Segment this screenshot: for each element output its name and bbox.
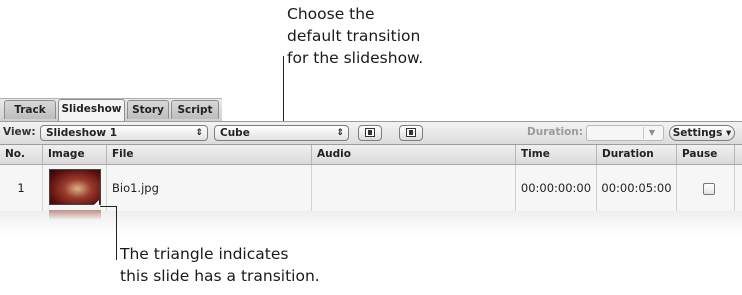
cell-duration: 00:00:05:00	[597, 165, 677, 211]
cell-audio[interactable]	[312, 165, 516, 211]
callout-line: Choose the	[287, 5, 375, 23]
view-popup[interactable]: Slideshow 1 ⇕	[40, 125, 208, 141]
view-label: View:	[3, 126, 36, 138]
callout-line: this slide has a transition.	[120, 267, 320, 285]
callout-leader-bottom-vertical	[116, 206, 117, 260]
column-header-file[interactable]: File	[107, 145, 312, 164]
column-header-no[interactable]: No.	[0, 145, 43, 164]
column-header-audio[interactable]: Audio	[312, 145, 516, 164]
tab-story[interactable]: Story	[127, 100, 169, 119]
callout-leader-bottom-horizontal	[100, 206, 117, 207]
apply-transition-button[interactable]	[358, 125, 382, 141]
cell-no: 1	[0, 165, 43, 211]
toolbar: View: Slideshow 1 ⇕ Cube ⇕ Duration: ▼ S…	[0, 121, 742, 145]
chevron-down-icon[interactable]: ▼	[643, 127, 660, 139]
tab-strip: Track Slideshow Story Script	[0, 98, 742, 122]
slide-icon	[365, 128, 375, 137]
duration-label: Duration:	[527, 126, 583, 138]
transition-settings-button[interactable]	[399, 125, 423, 141]
updown-arrows-icon: ⇕	[195, 128, 203, 138]
callout-triangle-indicates: The triangle indicates this slide has a …	[120, 243, 320, 287]
callout-line: The triangle indicates	[120, 245, 289, 263]
column-header-image[interactable]: Image	[43, 145, 107, 164]
column-header-pause[interactable]: Pause	[677, 145, 735, 164]
next-row-fade	[0, 211, 742, 235]
settings-button[interactable]: Settings ▾	[669, 125, 735, 141]
tab-slideshow[interactable]: Slideshow	[58, 99, 125, 121]
transition-triangle-icon[interactable]	[92, 200, 99, 207]
duration-field[interactable]: ▼	[586, 125, 664, 141]
callout-choose-transition: Choose the default transition for the sl…	[287, 3, 423, 69]
view-popup-value: Slideshow 1	[46, 127, 117, 139]
column-header-time[interactable]: Time	[516, 145, 597, 164]
tab-script[interactable]: Script	[171, 100, 219, 119]
tab-track[interactable]: Track	[4, 100, 56, 119]
transition-popup-value: Cube	[220, 127, 250, 139]
transition-popup[interactable]: Cube ⇕	[214, 125, 349, 141]
callout-line: for the slideshow.	[287, 49, 424, 67]
next-slide-thumbnail	[49, 210, 101, 220]
column-header-duration[interactable]: Duration	[597, 145, 677, 164]
table-header: No. Image File Audio Time Duration Pause	[0, 145, 742, 165]
cell-time: 00:00:00:00	[516, 165, 597, 211]
cell-file: Bio1.jpg	[107, 165, 312, 211]
pause-checkbox[interactable]	[703, 183, 715, 195]
slide-grid-icon	[406, 128, 416, 137]
callout-line: default transition	[287, 27, 421, 45]
updown-arrows-icon: ⇕	[336, 128, 344, 138]
table-row[interactable]: 1 Bio1.jpg 00:00:00:00 00:00:05:00	[0, 165, 742, 211]
